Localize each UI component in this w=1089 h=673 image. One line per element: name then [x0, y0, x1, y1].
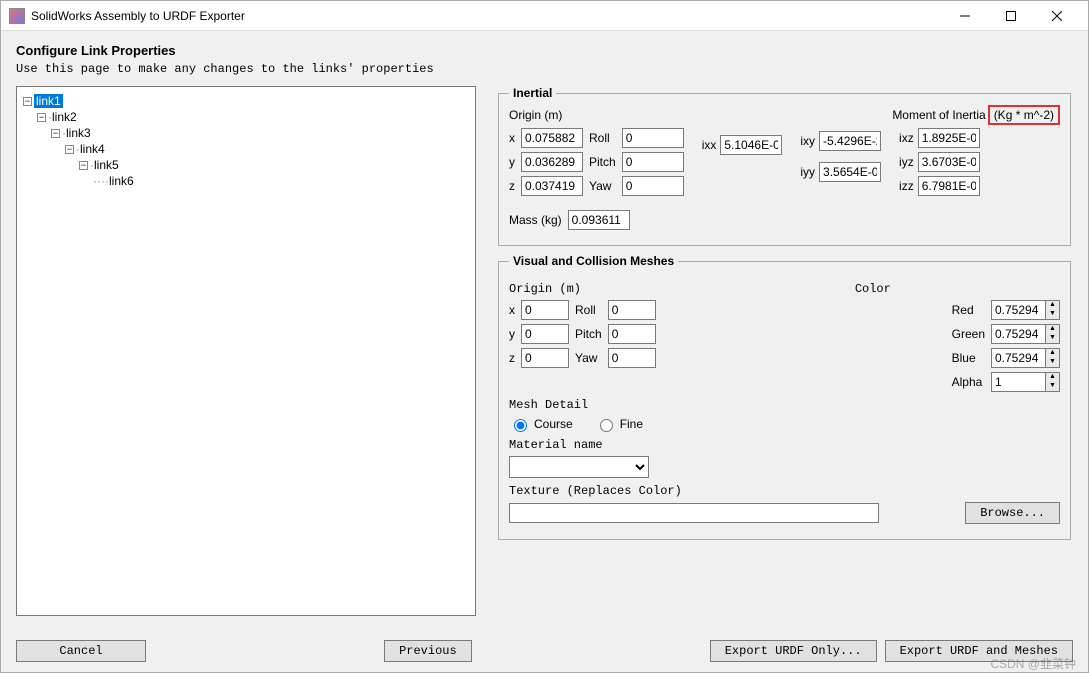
red-spinner[interactable]: ▲▼ — [991, 300, 1060, 320]
mesh-z-input[interactable] — [521, 348, 569, 368]
inertial-yaw-input[interactable] — [622, 176, 684, 196]
mass-input[interactable] — [568, 210, 630, 230]
izz-input[interactable] — [918, 176, 980, 196]
inertial-x-input[interactable] — [521, 128, 583, 148]
mesh-detail-fine[interactable]: Fine — [595, 416, 643, 432]
origin-label: Origin (m) — [509, 108, 562, 122]
mesh-y-input[interactable] — [521, 324, 569, 344]
collapse-icon[interactable]: − — [37, 113, 46, 122]
down-arrow-icon: ▼ — [1046, 310, 1059, 319]
browse-button[interactable]: Browse... — [965, 502, 1060, 524]
export-urdf-meshes-button[interactable]: Export URDF and Meshes — [885, 640, 1073, 662]
inertial-roll-input[interactable] — [622, 128, 684, 148]
ixy-input[interactable] — [819, 131, 881, 151]
meshes-legend: Visual and Collision Meshes — [509, 254, 678, 268]
minimize-button[interactable] — [942, 1, 988, 31]
material-select[interactable] — [509, 456, 649, 478]
mass-label: Mass (kg) — [509, 213, 562, 227]
content: Configure Link Properties Use this page … — [1, 31, 1088, 624]
tree-node-link6[interactable]: ····link6 — [23, 173, 469, 189]
tree-node-link2[interactable]: −·link2 — [23, 109, 469, 125]
up-arrow-icon: ▲ — [1046, 301, 1059, 310]
ixz-input[interactable] — [918, 128, 980, 148]
moi-unit-highlight: (Kg * m^-2) — [988, 105, 1060, 125]
tree-node-link1[interactable]: −link1 — [23, 93, 469, 109]
inertial-pitch-input[interactable] — [622, 152, 684, 172]
tree-node-link3[interactable]: −·link3 — [23, 125, 469, 141]
page-title: Configure Link Properties — [16, 43, 1073, 58]
footer: Cancel Previous Export URDF Only... Expo… — [16, 640, 1073, 662]
maximize-button[interactable] — [988, 1, 1034, 31]
mesh-pitch-input[interactable] — [608, 324, 656, 344]
meshes-group: Visual and Collision Meshes Origin (m) x… — [498, 254, 1071, 540]
tree-node-link4[interactable]: −·link4 — [23, 141, 469, 157]
collapse-icon[interactable]: − — [79, 161, 88, 170]
ixx-input[interactable] — [720, 135, 782, 155]
alpha-spinner[interactable]: ▲▼ — [991, 372, 1060, 392]
window-title: SolidWorks Assembly to URDF Exporter — [31, 9, 942, 23]
app-window: SolidWorks Assembly to URDF Exporter Con… — [0, 0, 1089, 673]
texture-input[interactable] — [509, 503, 879, 523]
inertial-y-input[interactable] — [521, 152, 583, 172]
cancel-button[interactable]: Cancel — [16, 640, 146, 662]
collapse-icon[interactable]: − — [65, 145, 74, 154]
previous-button[interactable]: Previous — [384, 640, 472, 662]
iyy-input[interactable] — [819, 162, 881, 182]
export-urdf-button[interactable]: Export URDF Only... — [710, 640, 877, 662]
tree-node-link5[interactable]: −·link5 — [23, 157, 469, 173]
collapse-icon[interactable]: − — [51, 129, 60, 138]
titlebar: SolidWorks Assembly to URDF Exporter — [1, 1, 1088, 31]
mesh-x-input[interactable] — [521, 300, 569, 320]
collapse-icon[interactable]: − — [23, 97, 32, 106]
inertial-group: Inertial Origin (m) Moment of Inertia(Kg… — [498, 86, 1071, 246]
inertial-z-input[interactable] — [521, 176, 583, 196]
mesh-roll-input[interactable] — [608, 300, 656, 320]
close-button[interactable] — [1034, 1, 1080, 31]
mesh-yaw-input[interactable] — [608, 348, 656, 368]
iyz-input[interactable] — [918, 152, 980, 172]
blue-spinner[interactable]: ▲▼ — [991, 348, 1060, 368]
green-spinner[interactable]: ▲▼ — [991, 324, 1060, 344]
app-icon — [9, 8, 25, 24]
mesh-detail-course[interactable]: Course — [509, 416, 573, 432]
link-tree[interactable]: −link1 −·link2 −·link3 −·link4 −·link5 ·… — [16, 86, 476, 616]
page-subtitle: Use this page to make any changes to the… — [16, 62, 1073, 76]
inertial-legend: Inertial — [509, 86, 556, 100]
moi-label: Moment of Inertia(Kg * m^-2) — [892, 108, 1060, 122]
